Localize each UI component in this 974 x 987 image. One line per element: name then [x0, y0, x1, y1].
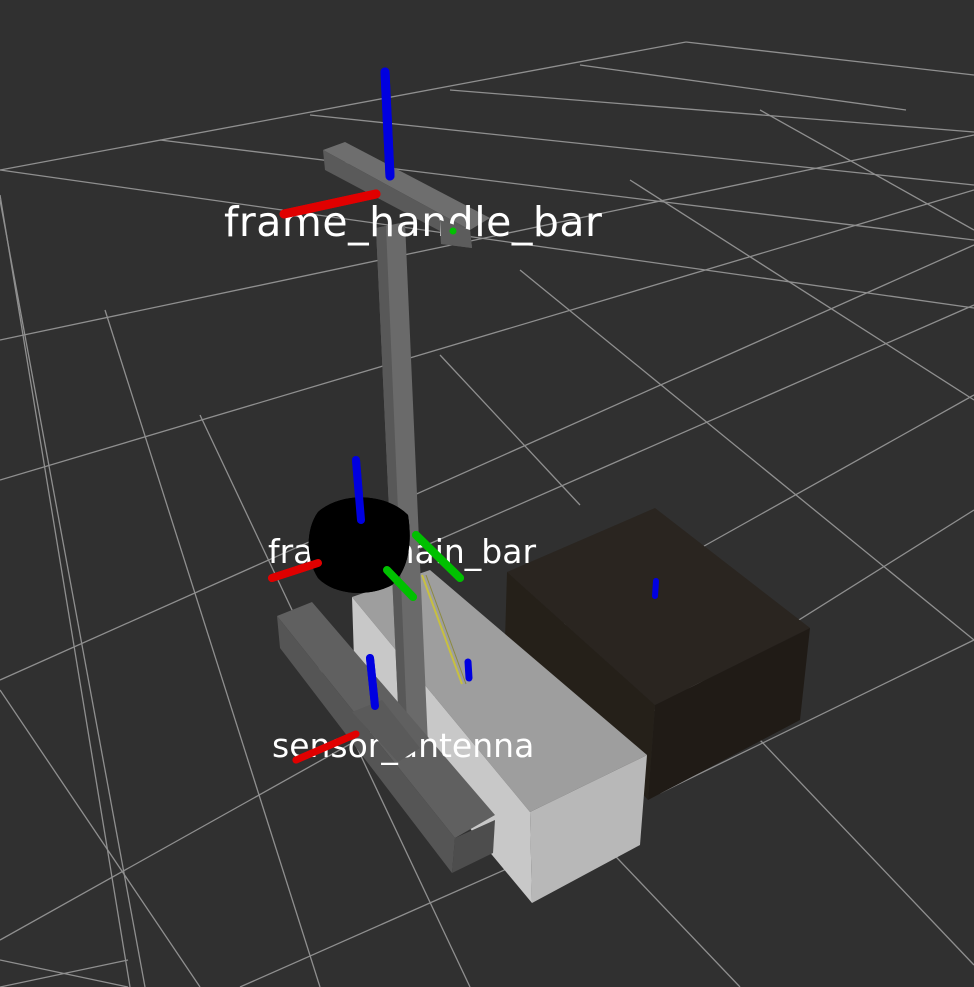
main-bar-z-axis-overlay	[352, 456, 365, 524]
sensor-z-axis-overlay	[366, 654, 379, 710]
handle-bar-z-axis-overlay	[380, 67, 395, 181]
handle-bar-y-dot	[449, 227, 457, 235]
3d-render-viewport[interactable]: frame_handle_bar frame_main_bar sensor_a…	[0, 0, 974, 987]
frame-label-handle-bar: frame_handle_bar	[224, 198, 602, 246]
battery-z-marker	[652, 578, 659, 599]
base-z-marker	[464, 658, 473, 682]
